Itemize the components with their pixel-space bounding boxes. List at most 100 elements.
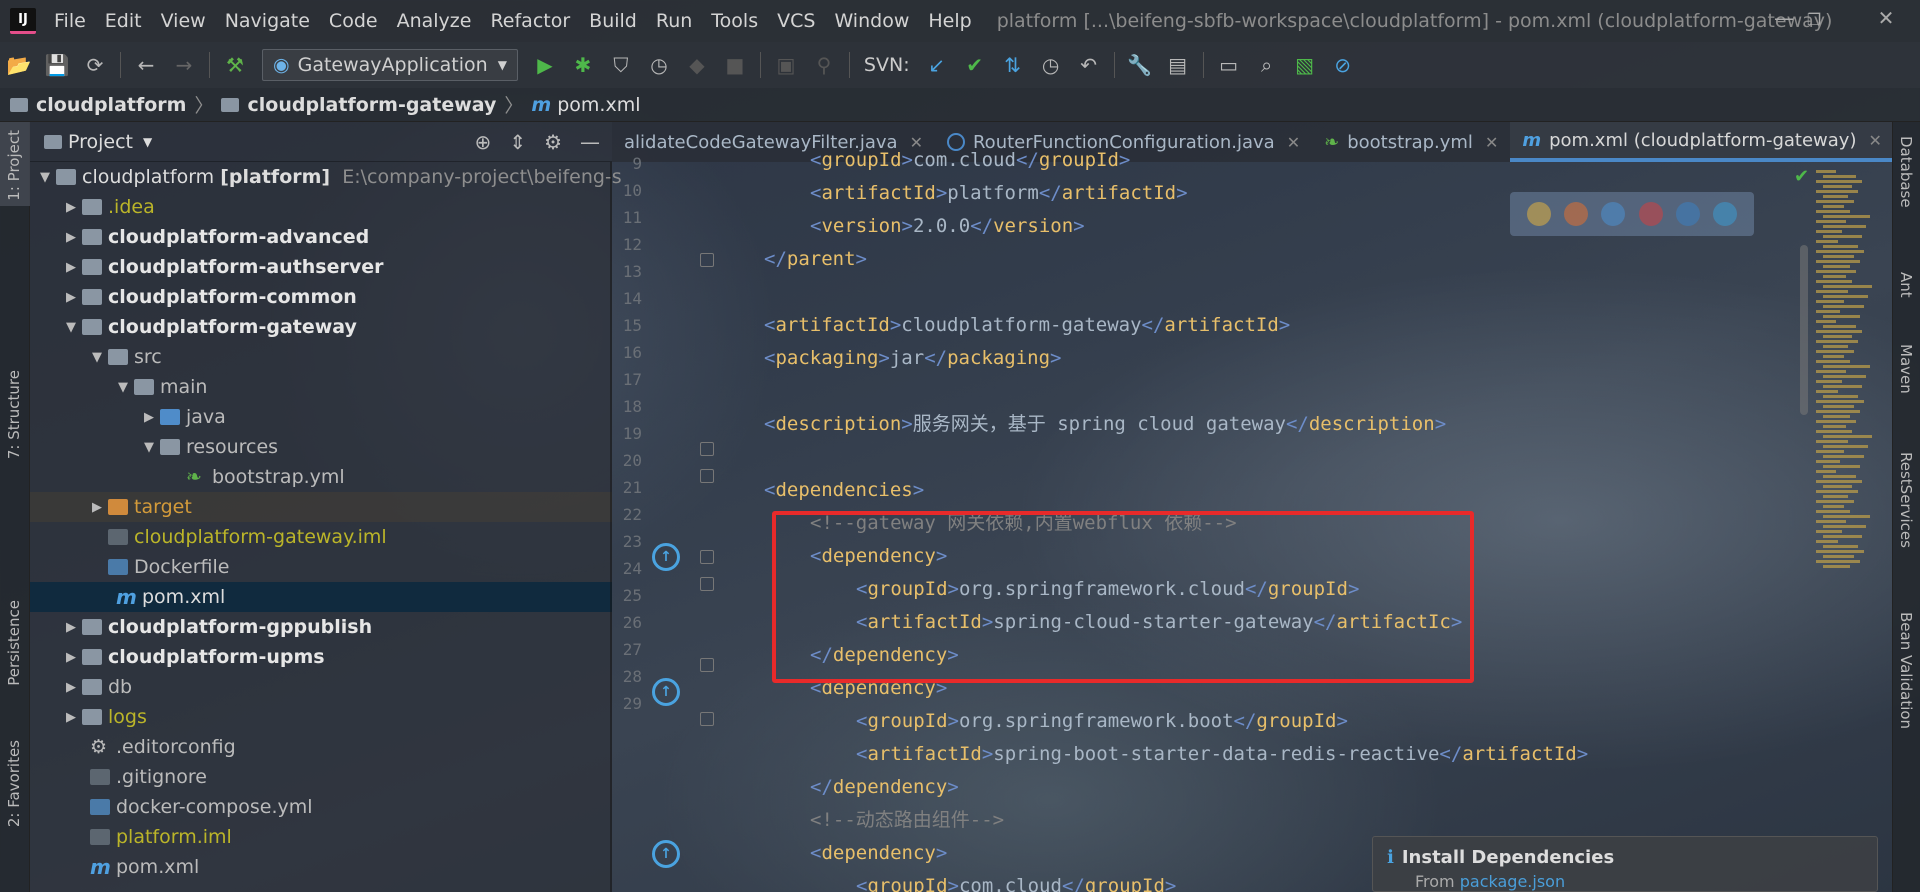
locate-target-icon[interactable]: ⊕ <box>475 130 492 154</box>
tree-item-gitignore[interactable]: .gitignore <box>30 762 612 792</box>
tree-item-module[interactable]: ▶ cloudplatform-advanced <box>30 222 612 252</box>
ie-icon[interactable] <box>1675 202 1700 226</box>
tool-tab-persistence[interactable]: Persistence <box>5 600 23 686</box>
breadcrumb-item-cloudplatform[interactable]: cloudplatform <box>10 94 186 116</box>
tree-item-target[interactable]: ▶ target <box>30 492 612 522</box>
sync-icon[interactable]: ⟳ <box>76 53 114 77</box>
project-structure-icon[interactable]: ▤ <box>1159 53 1197 77</box>
tool-tab-restservices[interactable]: RestServices <box>1897 452 1915 548</box>
back-icon[interactable]: ← <box>127 53 165 77</box>
attach-icon[interactable]: ◆ <box>678 53 716 77</box>
menu-refactor[interactable]: Refactor <box>490 10 570 32</box>
menu-code[interactable]: Code <box>329 10 378 32</box>
forward-icon[interactable]: → <box>165 53 203 77</box>
opera-icon[interactable] <box>1638 202 1663 226</box>
collapsed-arrow-icon[interactable]: ▶ <box>60 650 82 665</box>
breadcrumb-item-gateway[interactable]: cloudplatform-gateway <box>221 94 496 116</box>
fold-marker-icon[interactable] <box>700 442 714 456</box>
tree-item-idea[interactable]: ▶ .idea <box>30 192 612 222</box>
tree-item-dockerfile[interactable]: Dockerfile <box>30 552 612 582</box>
profile-icon[interactable]: ◷ <box>640 53 678 77</box>
restore-icon[interactable]: ❐ <box>1800 6 1828 34</box>
fold-marker-icon[interactable] <box>700 550 714 564</box>
svn-update-icon[interactable]: ↙ <box>918 53 956 77</box>
tree-item-module[interactable]: ▶ cloudplatform-common <box>30 282 612 312</box>
safari-icon[interactable] <box>1601 202 1626 226</box>
search-structural-icon[interactable]: ⚲ <box>805 53 843 77</box>
tree-item-root[interactable]: ▼ cloudplatform [platform] E:\company-pro… <box>30 162 622 192</box>
save-icon[interactable]: 💾 <box>38 53 76 77</box>
collapsed-arrow-icon[interactable]: ▶ <box>86 500 108 515</box>
fold-marker-icon[interactable] <box>700 253 714 267</box>
fold-marker-icon[interactable] <box>700 712 714 726</box>
package-json-link[interactable]: package.json <box>1460 872 1565 891</box>
project-panel-title[interactable]: Project <box>68 131 133 153</box>
fold-marker-icon[interactable] <box>700 469 714 483</box>
expand-arrow-icon[interactable]: ▼ <box>60 320 82 335</box>
tree-item-editorconfig[interactable]: ⚙ .editorconfig <box>30 732 612 762</box>
editor-scrollbar[interactable] <box>1800 245 1808 415</box>
tree-item-java[interactable]: ▶ java <box>30 402 612 432</box>
install-dependencies-notification[interactable]: ℹ Install Dependencies From package.json <box>1372 836 1878 892</box>
collapsed-arrow-icon[interactable]: ▶ <box>60 230 82 245</box>
tree-item-pom-selected[interactable]: m pom.xml <box>30 582 612 612</box>
menu-window[interactable]: Window <box>834 10 909 32</box>
svn-compare-icon[interactable]: ⇅ <box>994 53 1032 77</box>
disable-icon[interactable]: ⊘ <box>1324 53 1362 77</box>
minimize-icon[interactable]: — <box>1770 6 1798 34</box>
run-configuration-select[interactable]: ◉ GatewayApplication ▼ <box>262 49 518 81</box>
tree-item-main[interactable]: ▼ main <box>30 372 612 402</box>
collapsed-arrow-icon[interactable]: ▶ <box>60 290 82 305</box>
expand-arrow-icon[interactable]: ▼ <box>86 350 108 365</box>
search-icon[interactable]: ⌕ <box>1248 53 1286 77</box>
tool-tab-favorites[interactable]: 2: Favorites <box>5 740 23 827</box>
collapse-all-icon[interactable]: ⇕ <box>509 130 526 154</box>
monitor-icon[interactable]: ▧ <box>1286 53 1324 77</box>
menu-file[interactable]: File <box>54 10 86 32</box>
terminal-icon[interactable]: ▭ <box>1210 53 1248 77</box>
stop-icon[interactable]: ■ <box>716 53 754 77</box>
close-icon[interactable]: ✕ <box>1287 133 1300 152</box>
tree-item-module[interactable]: ▶ cloudplatform-upms <box>30 642 612 672</box>
expand-arrow-icon[interactable]: ▼ <box>34 170 56 185</box>
close-icon[interactable]: ✕ <box>1485 133 1498 152</box>
fold-marker-icon[interactable] <box>700 658 714 672</box>
tool-tab-maven[interactable]: Maven <box>1897 344 1915 394</box>
chevron-down-icon[interactable]: ▼ <box>143 135 152 149</box>
coverage-icon[interactable]: ⛉ <box>602 53 640 77</box>
tree-item-platform-iml[interactable]: platform.iml <box>30 822 612 852</box>
tree-item-module[interactable]: ▼ cloudplatform-gateway <box>30 312 612 342</box>
open-folder-icon[interactable]: 📂 <box>0 53 38 77</box>
run-icon[interactable]: ▶ <box>526 53 564 77</box>
maven-override-icon[interactable]: ↑ <box>652 840 680 868</box>
history-icon[interactable]: ◷ <box>1032 53 1070 77</box>
tree-item-docker-compose[interactable]: docker-compose.yml <box>30 792 612 822</box>
revert-icon[interactable]: ↶ <box>1070 53 1108 77</box>
debug-bug-icon[interactable]: ✱ <box>564 53 602 77</box>
tool-tab-bean-validation[interactable]: Bean Validation <box>1897 612 1915 729</box>
edge-icon[interactable] <box>1713 202 1738 226</box>
tree-item-root-pom[interactable]: m pom.xml <box>30 852 612 882</box>
menu-navigate[interactable]: Navigate <box>225 10 310 32</box>
tab-bootstrap-yml[interactable]: ❧ bootstrap.yml ✕ <box>1312 122 1510 162</box>
inspection-ok-icon[interactable]: ✔ <box>1794 166 1809 187</box>
maven-override-icon[interactable]: ↑ <box>652 678 680 706</box>
tab-pom-xml[interactable]: m pom.xml (cloudplatform-gateway) ✕ <box>1510 122 1892 162</box>
svn-commit-icon[interactable]: ✔ <box>956 53 994 77</box>
breadcrumb-item-pom[interactable]: m pom.xml <box>531 94 648 116</box>
tree-item-resources[interactable]: ▼ resources <box>30 432 612 462</box>
menu-analyze[interactable]: Analyze <box>397 10 472 32</box>
tool-tab-structure[interactable]: 7: Structure <box>5 370 23 459</box>
menu-edit[interactable]: Edit <box>105 10 142 32</box>
collapsed-arrow-icon[interactable]: ▶ <box>138 410 160 425</box>
menu-view[interactable]: View <box>161 10 206 32</box>
tool-tab-ant[interactable]: Ant <box>1897 272 1915 298</box>
gear-icon[interactable]: ⚙ <box>544 130 562 154</box>
build-hammer-icon[interactable]: ⚒ <box>216 53 254 77</box>
menu-tools[interactable]: Tools <box>711 10 758 32</box>
close-icon[interactable]: ✕ <box>1868 131 1881 150</box>
settings-wrench-icon[interactable]: 🔧 <box>1121 53 1159 77</box>
fold-marker-icon[interactable] <box>700 577 714 591</box>
expand-arrow-icon[interactable]: ▼ <box>138 440 160 455</box>
collapsed-arrow-icon[interactable]: ▶ <box>60 260 82 275</box>
